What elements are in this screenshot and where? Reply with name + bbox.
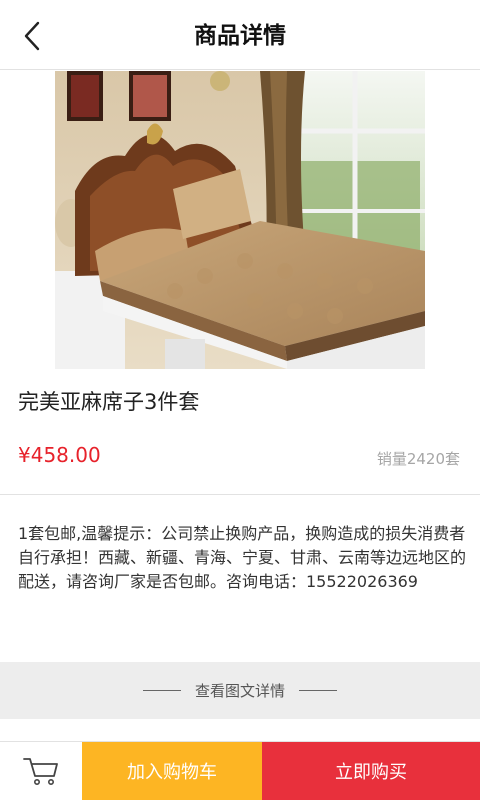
product-title: 完美亚麻席子3件套: [18, 390, 200, 414]
divider-line-right: [299, 690, 337, 691]
product-price: ¥458.00: [18, 443, 101, 467]
view-details-label: 查看图文详情: [194, 682, 285, 700]
header-bar: 商品详情: [0, 0, 480, 70]
divider-line-left: [142, 690, 181, 691]
buy-now-button[interactable]: 立即购买: [262, 742, 480, 800]
sales-count: 销量2420套: [376, 450, 460, 468]
cart-button[interactable]: [0, 742, 82, 800]
details-band: 查看图文详情: [0, 662, 480, 719]
view-details-link[interactable]: 查看图文详情: [0, 662, 480, 719]
product-description: 1套包邮,温馨提示：公司禁止换购产品，换购造成的损失消费者自行承担！西藏、新疆、…: [18, 524, 467, 591]
page-title: 商品详情: [194, 23, 286, 49]
bottom-action-bar: 加入购物车 立即购买: [0, 741, 480, 800]
add-to-cart-button[interactable]: 加入购物车: [82, 742, 262, 800]
divider: [0, 494, 480, 495]
product-detail-page: 商品详情 完美亚麻席子3件套 ¥458.00 销量2420套 1套包邮,温馨提示…: [0, 0, 480, 800]
cart-icon: [23, 758, 58, 785]
product-image: [55, 71, 425, 369]
